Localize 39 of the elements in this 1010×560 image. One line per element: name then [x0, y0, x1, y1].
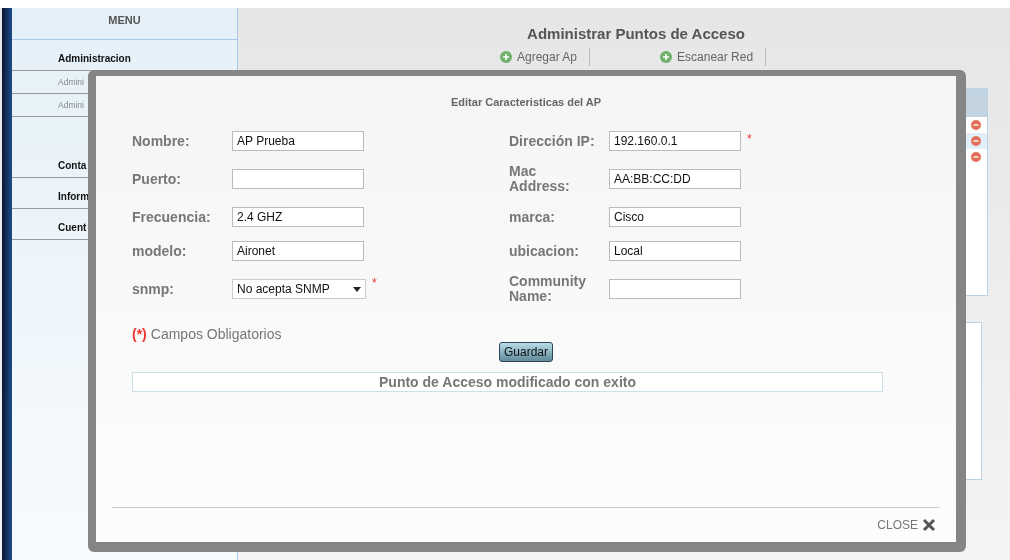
input-field[interactable] [609, 279, 741, 299]
toolbar-button[interactable]: Escanear Red [660, 48, 767, 66]
toolbar-button[interactable]: Agregar Ap [500, 48, 591, 66]
snmp-dropdown[interactable]: No acepta SNMP [232, 279, 366, 299]
input-field[interactable]: Local [609, 241, 741, 261]
delete-icon[interactable] [971, 120, 981, 130]
field-label: Puerto: [132, 171, 182, 187]
plus-icon [660, 51, 673, 63]
field-label: snmp: [132, 281, 175, 297]
required-mark: * [372, 276, 377, 290]
field-label: modelo: [132, 243, 188, 259]
input-field[interactable] [232, 169, 364, 189]
required-mark: * [747, 132, 752, 146]
input-field[interactable]: 2.4 GHZ [232, 207, 364, 227]
status-message: Punto de Acceso modificado con exito [132, 372, 883, 392]
field-label: Mac Address: [509, 164, 571, 194]
legend-text: Campos Obligatorios [150, 326, 282, 342]
input-field[interactable]: Aironet [232, 241, 364, 261]
caret-icon [353, 286, 361, 292]
required-mark: (*) [132, 326, 147, 342]
field-label: ubicacion: [509, 243, 580, 259]
delete-icon[interactable] [971, 136, 981, 146]
field-label: Frecuencia: [132, 209, 212, 225]
input-field[interactable]: AP Prueba [232, 131, 364, 151]
input-field[interactable]: AA:BB:CC:DD [609, 169, 741, 189]
close-icon [922, 518, 936, 532]
field-label: marca: [509, 209, 556, 225]
field-label: Nombre: [132, 133, 191, 149]
field-label: Dirección IP: [509, 133, 596, 149]
input-field[interactable]: 192.160.0.1 [609, 131, 741, 151]
input-field[interactable]: Cisco [609, 207, 741, 227]
delete-icon[interactable] [971, 152, 981, 162]
field-label: Community Name: [509, 274, 587, 304]
menu-title: MENU [12, 8, 237, 40]
save-button[interactable]: Guardar [499, 342, 553, 362]
close-button[interactable]: CLOSE [877, 518, 936, 532]
page-title: Administrar Puntos de Acceso [526, 25, 746, 42]
dialog-title: Editar Caracteristicas del AP [450, 96, 602, 108]
plus-icon [500, 51, 512, 63]
